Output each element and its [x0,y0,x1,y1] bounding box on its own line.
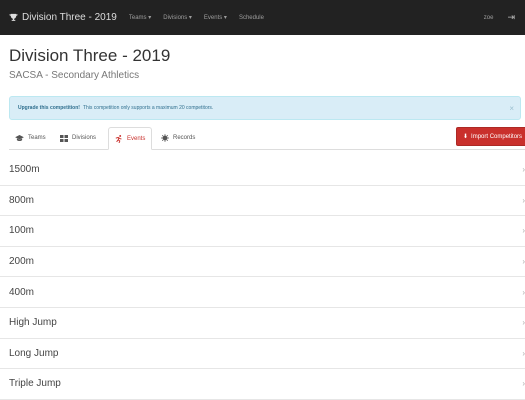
tab-events-label: Events [127,135,146,142]
nav-user-link[interactable]: zoe [484,15,494,21]
page-subtitle: SACSA - Secondary Athletics [9,70,140,81]
event-row-400m[interactable]: 400m › [0,277,525,308]
event-row-100m[interactable]: 100m › [0,216,525,247]
event-row-800m[interactable]: 800m › [0,186,525,217]
tab-teams-label: Teams [28,135,46,141]
page-title: Division Three - 2019 [9,46,171,65]
alert-close-button[interactable]: × [509,104,514,113]
alert-strong-text[interactable]: Upgrade this competition! [18,105,80,111]
event-label: 400m [9,286,35,298]
event-label: Triple Jump [9,378,61,390]
competition-tabs: Teams Divisions Events Records [9,127,525,150]
graduation-cap-icon [15,134,24,142]
sign-out-icon[interactable]: ⇥ [507,12,515,23]
brand-link[interactable]: Division Three - 2019 [0,12,117,23]
event-row-high-jump[interactable]: High Jump › [0,308,525,339]
tab-teams[interactable]: Teams [9,127,52,149]
tab-records-label: Records [173,135,196,141]
event-row-long-jump[interactable]: Long Jump › [0,339,525,370]
event-row-1500m[interactable]: 1500m › [0,155,525,186]
download-icon: ⬇ [463,134,469,140]
nav-events-dropdown[interactable]: Events ▾ [204,14,227,21]
import-competitors-label: Import Competitors [471,133,523,140]
event-label: 1500m [9,164,40,176]
event-row-200m[interactable]: 200m › [0,247,525,278]
event-list: 1500m › 800m › 100m › 200m › 400m › High… [0,155,525,400]
tab-records[interactable]: Records [155,127,201,149]
upgrade-alert: Upgrade this competition! This competiti… [9,96,521,120]
runner-icon [115,134,123,143]
event-label: 100m [9,225,35,237]
grid-icon [60,134,68,142]
event-row-triple-jump[interactable]: Triple Jump › [0,369,525,400]
event-label: 800m [9,194,35,206]
nav-teams-dropdown[interactable]: Teams ▾ [129,14,151,21]
brand-label: Division Three - 2019 [22,12,117,23]
nav-schedule-link[interactable]: Schedule [239,15,264,21]
trophy-icon [9,13,18,21]
import-competitors-button[interactable]: ⬇ Import Competitors [456,127,525,146]
tab-events[interactable]: Events [108,127,153,150]
medal-icon [161,134,169,142]
nav-divisions-dropdown[interactable]: Divisions ▾ [163,14,192,21]
tab-divisions[interactable]: Divisions [54,127,102,149]
tab-divisions-label: Divisions [72,135,97,141]
event-label: Long Jump [9,347,59,359]
event-label: High Jump [9,317,57,329]
top-navbar: Division Three - 2019 Teams ▾ Divisions … [0,0,525,35]
event-label: 200m [9,256,35,268]
alert-text: This competition only supports a maximum… [82,105,214,111]
